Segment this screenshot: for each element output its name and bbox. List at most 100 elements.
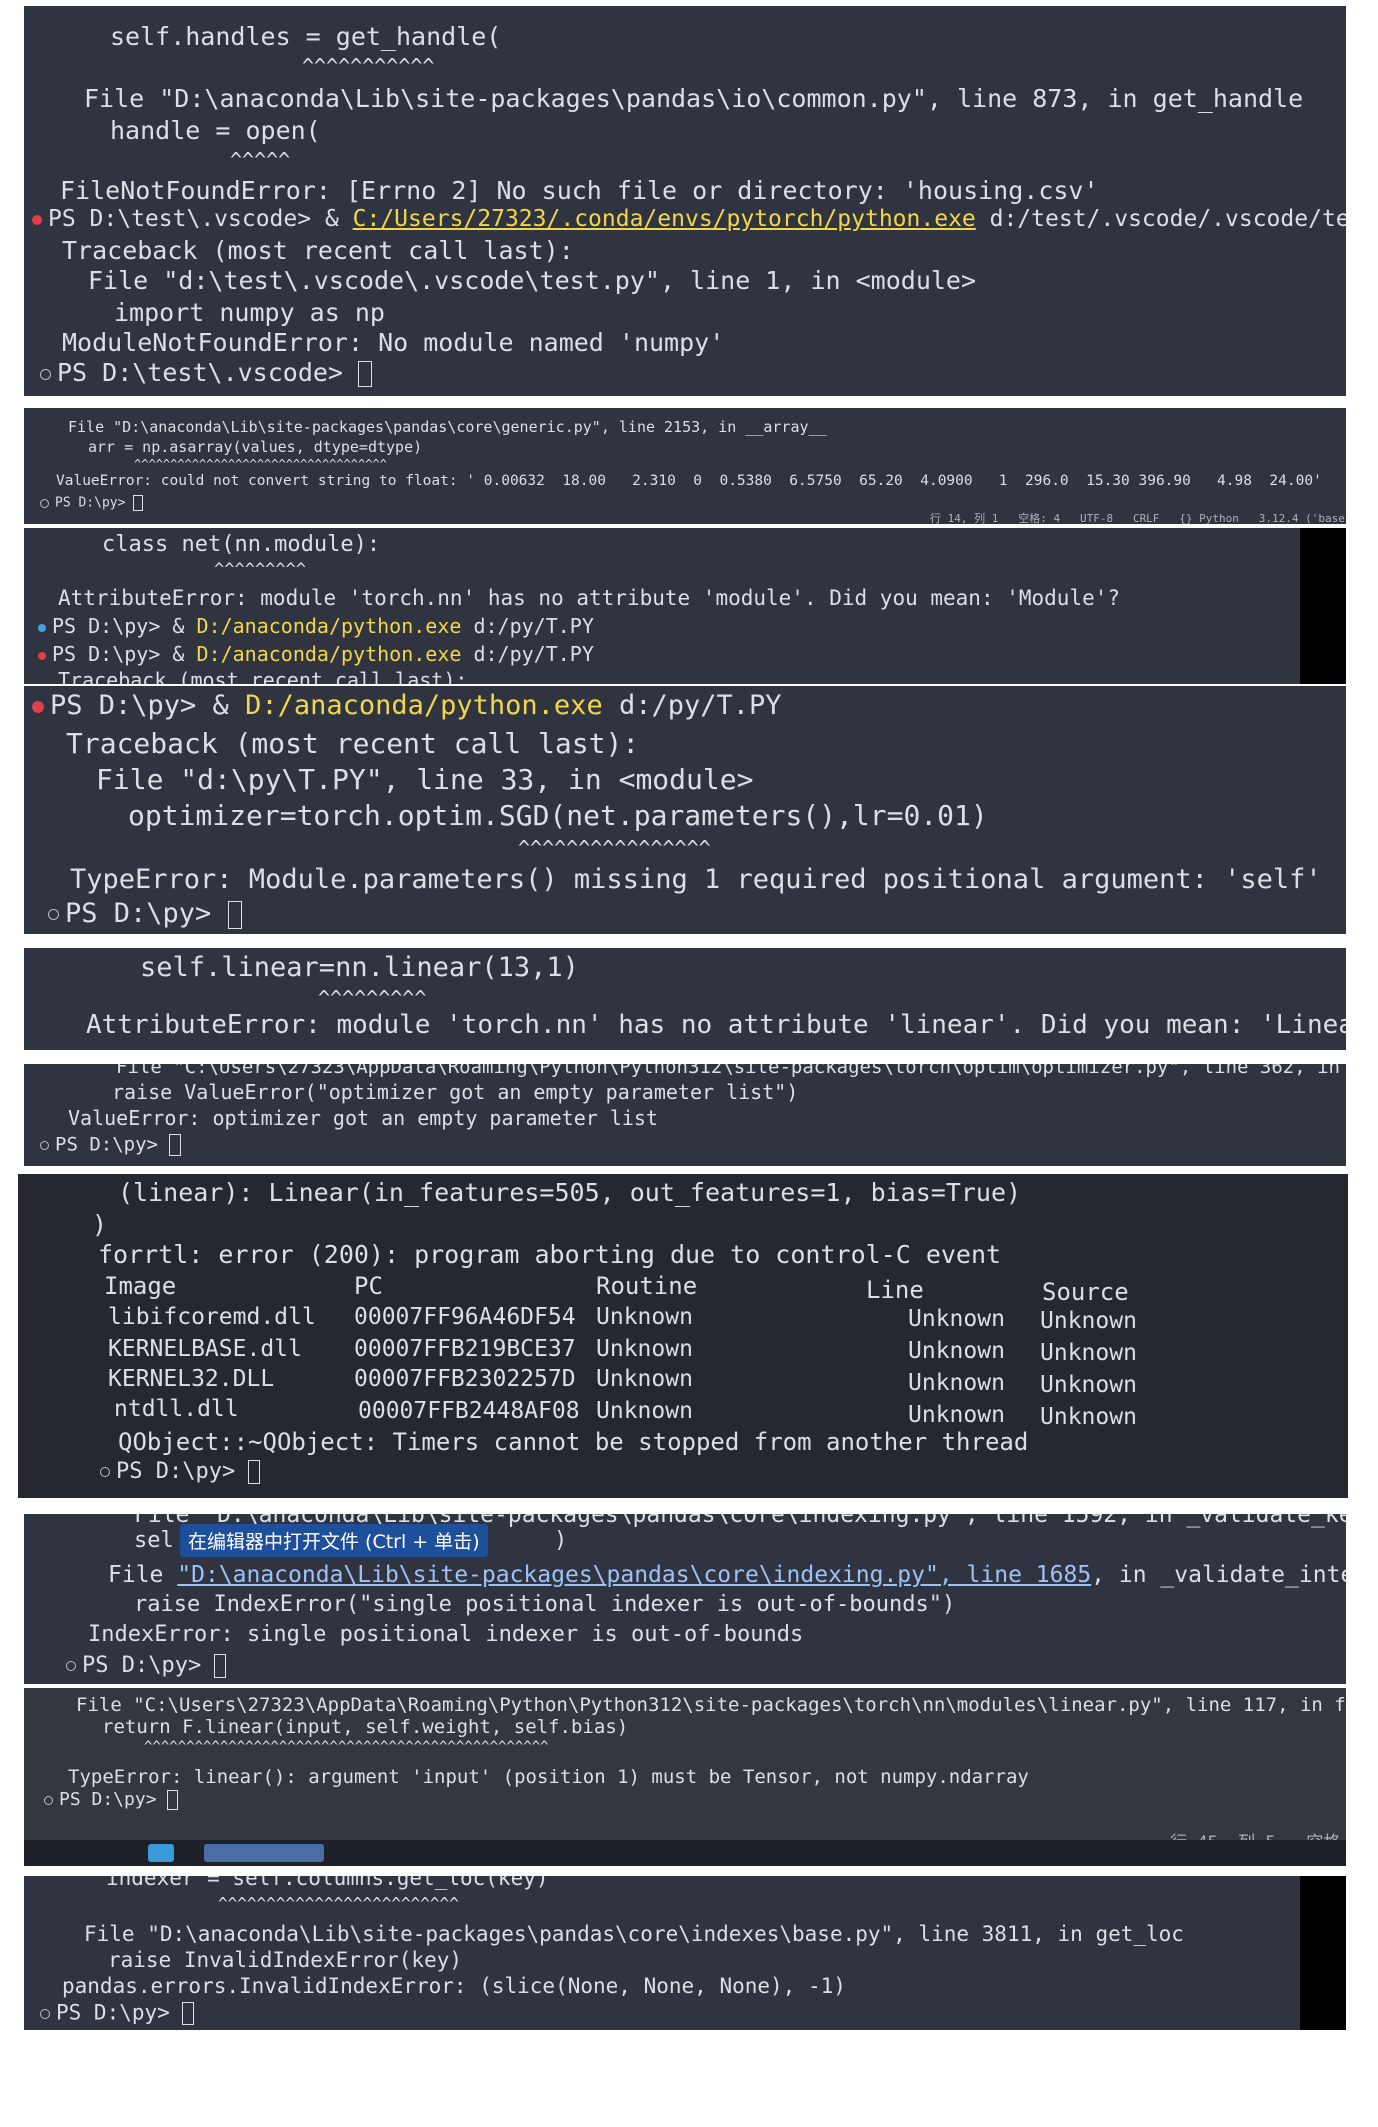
status-bar: 行 14, 列 1 空格: 4 UTF-8 CRLF {} Python 3.1… (930, 512, 1346, 524)
traceback-file-line: File "d:\py\T.PY", line 33, in <module> (96, 763, 754, 796)
terminal-line: raise ValueError("optimizer got an empty… (112, 1080, 799, 1104)
terminal-line: class net(nn.module): (102, 532, 381, 557)
column-header-pc: PC (354, 1272, 383, 1300)
row-routine: Unknown (596, 1336, 693, 1362)
error-message: AttributeError: module 'torch.nn' has no… (86, 1010, 1346, 1040)
python-path-link[interactable]: C:/Users/27323/.conda/envs/pytorch/pytho… (353, 206, 976, 232)
cursor-icon (248, 1460, 261, 1484)
traceback-file-line: File "D:\anaconda\Lib\site-packages\pand… (108, 1564, 1346, 1587)
error-message: ValueError: optimizer got an empty param… (68, 1106, 659, 1130)
prompt-text: PS D:\py> (82, 1653, 215, 1678)
python-path-link[interactable]: D:/anaconda/python.exe (245, 690, 603, 721)
row-pc: 00007FF96A46DF54 (354, 1304, 576, 1330)
column-header-routine: Routine (596, 1272, 698, 1300)
prompt-text: PS D:\py> & (52, 614, 197, 638)
error-message: forrtl: error (200): program aborting du… (98, 1240, 1002, 1269)
traceback-header: Traceback (most recent call last): (66, 727, 640, 760)
terminal-line: ) (92, 1210, 108, 1239)
traceback-file-line: File "C:\Users\27323\AppData\Roaming\Pyt… (76, 1694, 1346, 1716)
traceback-file-line: File "d:\test\.vscode\.vscode\test.py", … (88, 266, 977, 295)
screen-edge (1300, 1876, 1346, 2030)
cursor-icon (182, 2002, 195, 2025)
prompt-text: PS D:\py> (55, 495, 134, 511)
error-message: pandas.errors.InvalidIndexError: (slice(… (62, 1974, 846, 1998)
column-header-line: Line (866, 1276, 924, 1304)
terminal-prompt-line: PS D:\test\.vscode> & C:/Users/27323/.co… (32, 208, 1346, 231)
row-pc: 00007FFB219BCE37 (354, 1336, 576, 1362)
error-message: ModuleNotFoundError: No module named 'nu… (62, 328, 725, 357)
prompt-text: PS D:\py> (65, 898, 228, 929)
error-caret-line: ^^^^^^^^^^^^^^^^^^^^^^^^^^^^^^^^^^^ (134, 457, 387, 471)
terminal-panel-10: indexer = self.columns.get_loc(key) ^^^^… (24, 1876, 1346, 2030)
error-message: ValueError: could not convert string to … (56, 473, 1322, 489)
terminal-prompt-line: PS D:\py> (40, 2002, 195, 2025)
row-routine: Unknown (596, 1366, 693, 1392)
terminal-panel-1: self.handles = get_handle( ^^^^^^^^^^^ F… (24, 6, 1346, 396)
column-header-image: Image (104, 1272, 177, 1300)
prompt-text: PS D:\test\.vscode> (57, 358, 359, 387)
prompt-text: PS D:\py> (55, 1133, 170, 1156)
error-message: TypeError: linear(): argument 'input' (p… (68, 1766, 1029, 1788)
error-caret-line: ^^^^^^^^^ (318, 986, 427, 1010)
terminal-line: indexer = self.columns.get_loc(key) (106, 1876, 549, 1890)
row-line: Unknown (908, 1402, 1005, 1428)
terminal-line: raise IndexError("single positional inde… (134, 1592, 956, 1617)
script-path: d:/test/.vscode/.vscode/test.py (989, 206, 1346, 232)
terminal-panel-6: File "C:\Users\27323\AppData\Roaming\Pyt… (24, 1064, 1346, 1166)
prompt-text: PS D:\py> & (50, 690, 246, 721)
error-caret-line: ^^^^^^^^^^^^^^^^^^^^^^^^^ (218, 1894, 459, 1913)
row-pc: 00007FFB2302257D (354, 1366, 576, 1392)
row-routine: Unknown (596, 1398, 693, 1424)
terminal-panel-3: class net(nn.module): ^^^^^^^^^ Attribut… (24, 528, 1346, 684)
error-message: FileNotFoundError: [Errno 2] No such fil… (60, 176, 1099, 205)
prompt-text: PS D:\py> (116, 1459, 249, 1484)
terminal-line: self.handles = get_handle( (110, 22, 502, 51)
terminal-prompt-line: PS D:\py> & D:/anaconda/python.exe d:/py… (32, 692, 782, 719)
prompt-status-icon (44, 1795, 53, 1805)
cursor-icon (169, 1134, 182, 1156)
script-path: d:/py/T.PY (461, 642, 594, 666)
error-message: AttributeError: module 'torch.nn' has no… (58, 586, 1121, 610)
error-caret-line: ^^^^^ (230, 148, 291, 172)
python-path-link[interactable]: D:/anaconda/python.exe (197, 614, 462, 638)
row-image: ntdll.dll (114, 1396, 239, 1422)
terminal-line: arr = np.asarray(values, dtype=dtype) (88, 438, 423, 456)
terminal-prompt-line: PS D:\py> (100, 1459, 261, 1484)
cursor-icon (214, 1654, 227, 1678)
terminal-line: optimizer=torch.optim.SGD(net.parameters… (128, 799, 988, 832)
row-source: Unknown (1040, 1404, 1137, 1430)
function-name: , in _validate_integer (1091, 1562, 1346, 1588)
open-file-tooltip: 在编辑器中打开文件 (Ctrl + 单击) (180, 1524, 488, 1557)
prompt-status-icon (48, 909, 59, 920)
terminal-panel-2: File "D:\anaconda\Lib\site-packages\pand… (24, 408, 1346, 524)
app-icon[interactable] (148, 1844, 174, 1862)
terminal-line: self.linear=nn.linear(13,1) (140, 952, 579, 983)
prompt-text: PS D:\py> & (52, 642, 197, 666)
error-caret-line: ^^^^^^^^^^^^^^^^ (518, 836, 711, 860)
prompt-status-icon (40, 1140, 49, 1150)
row-line: Unknown (908, 1338, 1005, 1364)
traceback-header: Traceback (most recent call last): (58, 668, 468, 684)
error-dot-icon (38, 651, 46, 660)
python-path-link[interactable]: D:/anaconda/python.exe (197, 642, 462, 666)
terminal-line: return F.linear(input, self.weight, self… (102, 1716, 629, 1738)
traceback-header: Traceback (most recent call last): (62, 236, 574, 265)
terminal-prompt-line: PS D:\test\.vscode> (40, 358, 373, 387)
row-image: KERNEL32.DLL (108, 1366, 275, 1392)
terminal-panel-5: self.linear=nn.linear(13,1) ^^^^^^^^^ At… (24, 948, 1346, 1050)
row-line: Unknown (908, 1306, 1005, 1332)
prompt-status-icon (100, 1467, 110, 1477)
traceback-file-line: File "D:\anaconda\Lib\site-packages\pand… (84, 84, 1304, 113)
traceback-file-line: File "C:\Users\27323\AppData\Roaming\Pyt… (116, 1064, 1346, 1078)
terminal-prompt-line: PS D:\py> (40, 495, 144, 511)
terminal-prompt-line: PS D:\py> (40, 1133, 182, 1156)
taskbar-item[interactable] (204, 1844, 324, 1862)
screen-edge (1300, 528, 1346, 684)
prompt-status-icon (40, 368, 51, 380)
terminal-line: import numpy as np (114, 298, 385, 327)
code-fragment: sel (134, 1528, 174, 1553)
error-message: TypeError: Module.parameters() missing 1… (70, 864, 1322, 895)
file-path-link[interactable]: "D:\anaconda\Lib\site-packages\pandas\co… (177, 1562, 1091, 1588)
prompt-text: PS D:\py> (59, 1789, 168, 1810)
code-fragment: ) (554, 1528, 568, 1553)
